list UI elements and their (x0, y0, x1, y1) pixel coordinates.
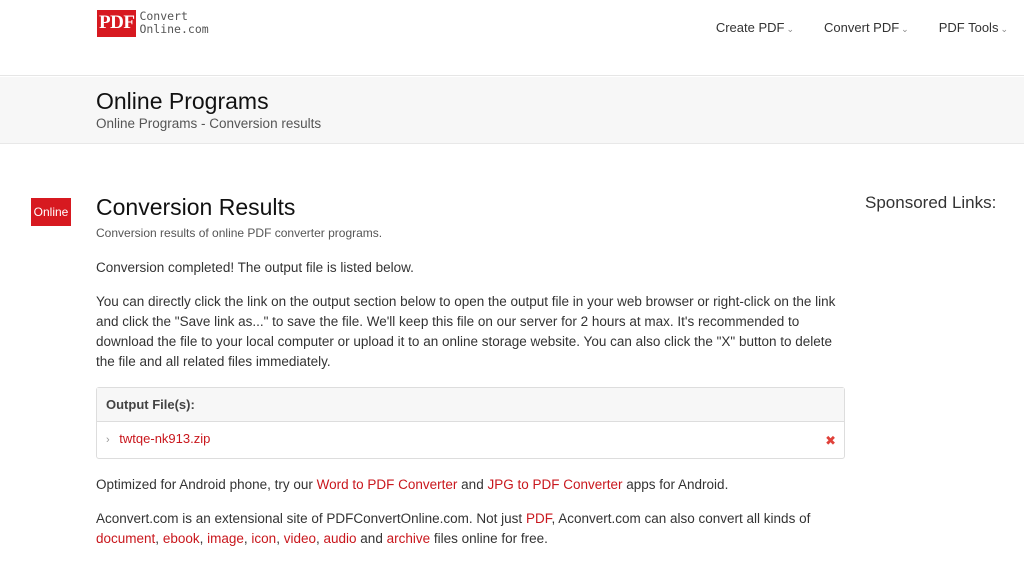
nav-convert-pdf-label: Convert PDF (824, 20, 900, 35)
logo-text-line2: Online.com (139, 22, 209, 36)
chevron-down-icon: ⌄ (901, 23, 909, 34)
nav-pdf-tools[interactable]: PDF Tools ⌄ (939, 20, 1008, 35)
pdf-link[interactable]: PDF (526, 511, 552, 526)
icon-link[interactable]: icon (251, 531, 276, 546)
aconvert-text-2: , Aconvert.com can also convert all kind… (551, 511, 811, 526)
aconvert-text-3: files online for free. (430, 531, 548, 546)
chevron-right-icon: › (106, 434, 110, 446)
audio-link[interactable]: audio (324, 531, 357, 546)
jpg-to-pdf-link[interactable]: JPG to PDF Converter (487, 477, 622, 492)
android-text-after: apps for Android. (622, 477, 729, 492)
sponsored-links-heading: Sponsored Links: (865, 193, 997, 212)
nav-create-pdf[interactable]: Create PDF ⌄ (716, 20, 794, 35)
ebook-link[interactable]: ebook (163, 531, 200, 546)
page-title: Online Programs (96, 88, 269, 114)
separator: , (276, 531, 284, 546)
chevron-down-icon: ⌄ (786, 23, 795, 34)
section-title: Conversion Results (96, 194, 296, 220)
logo-badge: PDF (97, 10, 137, 37)
online-badge: Online (31, 198, 71, 226)
section-subtitle: Conversion results of online PDF convert… (96, 226, 383, 240)
document-link[interactable]: document (96, 531, 155, 546)
chevron-down-icon: ⌄ (1000, 23, 1008, 34)
logo-text: Convert Online.com (139, 10, 208, 36)
android-text-before: Optimized for Android phone, try our (96, 477, 317, 492)
main-content: Conversion Results Conversion results of… (96, 194, 846, 549)
android-text-middle: and (457, 477, 488, 492)
separator: , (155, 531, 163, 546)
site-header: PDF Convert Online.com Create PDF ⌄ Conv… (0, 0, 1024, 76)
main-nav: Create PDF ⌄ Convert PDF ⌄ PDF Tools ⌄ (686, 20, 1008, 35)
android-apps-text: Optimized for Android phone, try our Wor… (96, 475, 846, 495)
aconvert-text-1: Aconvert.com is an extensional site of P… (96, 511, 526, 526)
page-title-band: Online Programs Online Programs - Conver… (0, 77, 1024, 144)
breadcrumb: Online Programs - Conversion results (96, 116, 322, 131)
instructions-text: You can directly click the link on the o… (96, 294, 836, 369)
output-files-header: Output File(s): (97, 388, 844, 422)
word-to-pdf-link[interactable]: Word to PDF Converter (317, 477, 458, 492)
delete-file-icon[interactable]: ✖ (825, 433, 836, 449)
separator: , (199, 531, 208, 546)
separator: and (356, 531, 387, 546)
output-files-panel: Output File(s): › twtqe-nk913.zip ✖ (96, 387, 845, 459)
aconvert-info-text: Aconvert.com is an extensional site of P… (96, 509, 846, 549)
separator: , (315, 531, 324, 546)
archive-link[interactable]: archive (387, 531, 431, 546)
nav-create-pdf-label: Create PDF (715, 20, 785, 35)
site-logo[interactable]: PDF Convert Online.com (97, 10, 209, 37)
output-file-link[interactable]: twtqe-nk913.zip (119, 431, 210, 446)
video-link[interactable]: video (284, 531, 316, 546)
nav-pdf-tools-label: PDF Tools (938, 20, 999, 35)
output-file-row: › twtqe-nk913.zip ✖ (97, 422, 844, 458)
image-link[interactable]: image (207, 531, 244, 546)
completion-message: Conversion completed! The output file is… (96, 260, 414, 275)
nav-convert-pdf[interactable]: Convert PDF ⌄ (824, 20, 909, 35)
